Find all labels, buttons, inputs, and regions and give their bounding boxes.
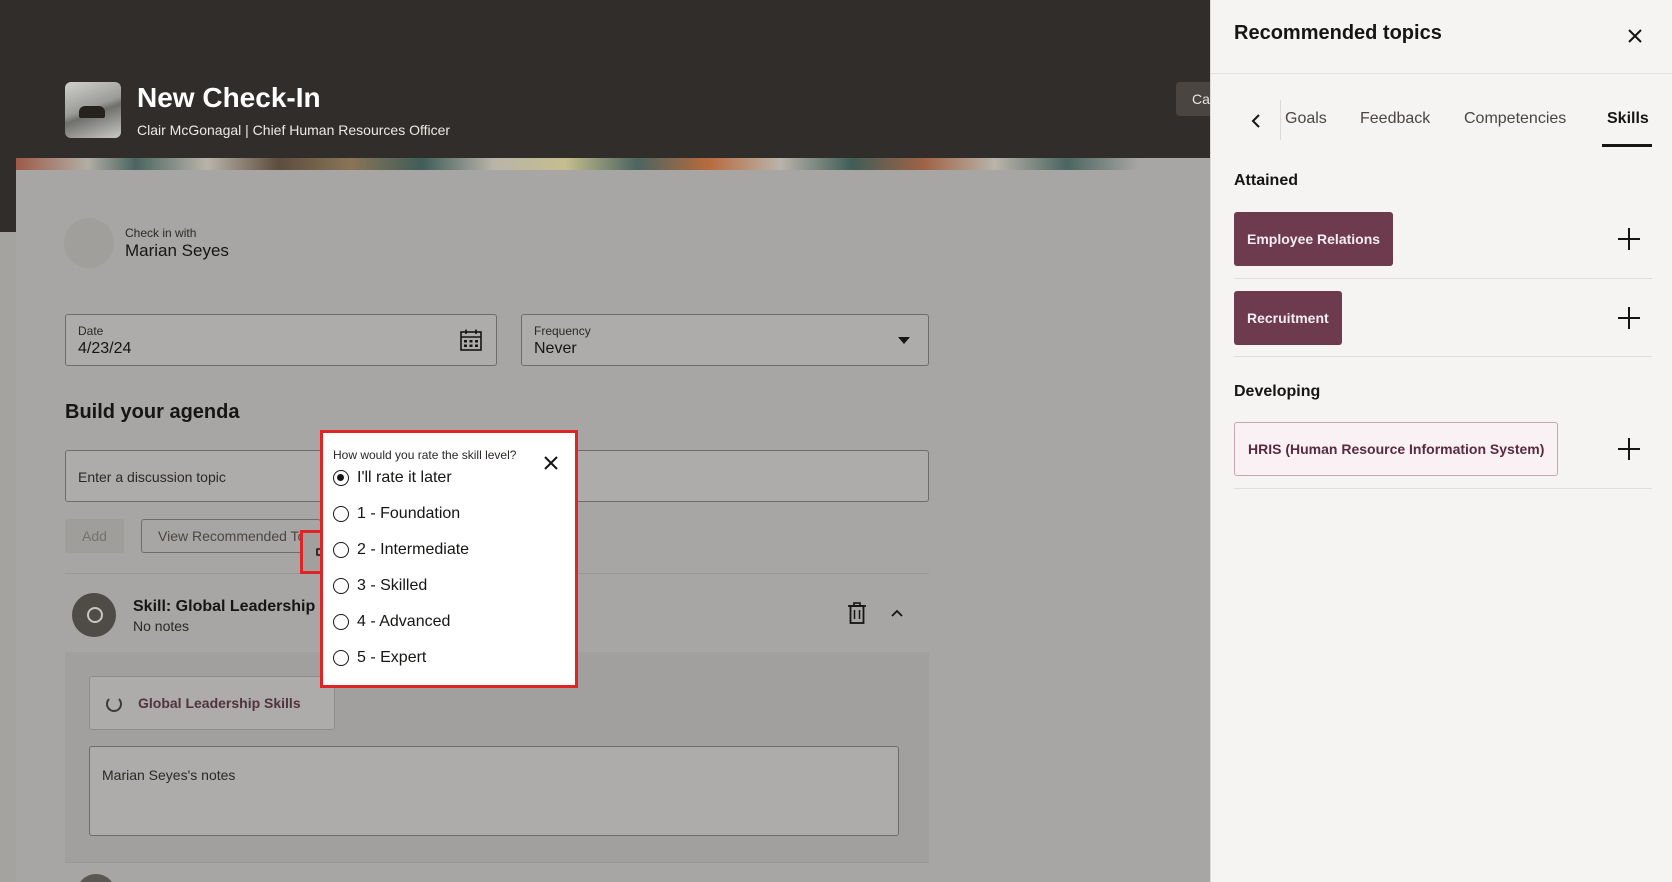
date-label: Date (78, 324, 104, 338)
decorative-banner (16, 158, 1210, 170)
radio-icon[interactable] (333, 542, 349, 558)
divider (65, 862, 929, 863)
rating-option-label: 2 - Intermediate (357, 541, 470, 558)
close-icon[interactable] (1627, 28, 1643, 44)
skill-rating-popup: How would you rate the skill level? I'll… (320, 430, 578, 688)
calendar-icon[interactable] (460, 329, 482, 351)
plus-icon[interactable] (1618, 307, 1640, 329)
agenda-title: Build your agenda (65, 401, 240, 423)
notes-placeholder: Marian Seyes's notes (102, 767, 236, 783)
rating-option[interactable]: 2 - Intermediate (333, 537, 469, 563)
date-value[interactable]: 4/23/24 (78, 340, 131, 358)
radio-checked-icon[interactable] (333, 470, 349, 486)
topic-pill-hris[interactable]: HRIS (Human Resource Information System) (1234, 422, 1559, 476)
progress-ring-icon (106, 696, 122, 712)
frequency-select[interactable]: Frequency Never (521, 314, 929, 366)
rating-option-label: I'll rate it later (357, 469, 452, 486)
employee-avatar (64, 218, 114, 268)
page-gutter (0, 232, 16, 882)
date-field[interactable]: Date 4/23/24 (65, 314, 497, 366)
rating-option-label: 3 - Skilled (357, 577, 428, 594)
radio-icon[interactable] (333, 614, 349, 630)
rating-option-label: 4 - Advanced (357, 613, 451, 630)
manager-avatar (65, 82, 121, 138)
topic-pill-recruitment[interactable]: Recruitment (1234, 291, 1342, 345)
tab-competencies[interactable]: Competencies (1464, 110, 1566, 128)
radio-icon[interactable] (333, 506, 349, 522)
add-button[interactable]: Add (65, 519, 124, 553)
view-recommended-topics-button[interactable]: View Recommended Topics (141, 519, 321, 553)
divider (1234, 488, 1652, 489)
recommended-topics-drawer: Recommended topics Goals Feedback Compet… (1210, 0, 1672, 882)
drawer-title: Recommended topics (1234, 22, 1442, 44)
skill-chip-label: Global Leadership Skills (138, 695, 301, 711)
tab-goals[interactable]: Goals (1285, 110, 1327, 128)
tab-feedback[interactable]: Feedback (1360, 110, 1430, 128)
plus-icon[interactable] (1618, 438, 1640, 460)
skill-badge-icon (72, 593, 116, 637)
frequency-label: Frequency (534, 324, 591, 338)
rating-option[interactable]: 3 - Skilled (333, 573, 427, 599)
caret-down-icon[interactable] (898, 337, 910, 344)
frequency-value: Never (534, 340, 577, 357)
notes-textarea[interactable]: Marian Seyes's notes (89, 746, 899, 836)
chevron-left-icon[interactable] (1249, 112, 1263, 130)
skill-item-title: Skill: Global Leadership Skills (133, 598, 323, 615)
rating-option[interactable]: 4 - Advanced (333, 609, 450, 635)
plus-icon[interactable] (1618, 228, 1640, 250)
tab-skills[interactable]: Skills (1607, 110, 1649, 128)
trash-icon[interactable] (847, 602, 867, 624)
rating-question: How would you rate the skill level? (333, 448, 517, 462)
divider (1280, 100, 1281, 140)
page-title: New Check-In (137, 82, 321, 113)
radio-icon[interactable] (333, 578, 349, 594)
discussion-topic-placeholder: Enter a discussion topic (78, 469, 226, 485)
checkin-form-card: Check in with Marian Seyes Date 4/23/24 … (16, 158, 1210, 882)
active-tab-indicator (1602, 144, 1652, 147)
rating-option[interactable]: 1 - Foundation (333, 501, 460, 527)
attained-heading: Attained (1234, 172, 1298, 189)
page-subtitle: Clair McGonagal | Chief Human Resources … (137, 122, 451, 138)
topic-pill-employee-relations[interactable]: Employee Relations (1234, 212, 1394, 266)
divider (1211, 73, 1672, 74)
divider (1234, 278, 1652, 279)
chevron-up-icon[interactable] (890, 606, 904, 620)
skill-chip[interactable]: Global Leadership Skills (89, 676, 335, 730)
checkin-with-label: Check in with (125, 226, 197, 240)
close-icon[interactable] (543, 455, 559, 471)
divider (1234, 356, 1652, 357)
radio-icon[interactable] (333, 650, 349, 666)
next-item-icon (76, 874, 116, 882)
skill-item-subtitle: No notes (133, 618, 190, 634)
checkin-with-name: Marian Seyes (125, 241, 229, 260)
rating-option[interactable]: 5 - Expert (333, 645, 426, 671)
rating-option-label: 1 - Foundation (357, 505, 461, 522)
developing-heading: Developing (1234, 383, 1321, 400)
rating-option-label: 5 - Expert (357, 649, 427, 666)
rating-option[interactable]: I'll rate it later (333, 465, 452, 491)
